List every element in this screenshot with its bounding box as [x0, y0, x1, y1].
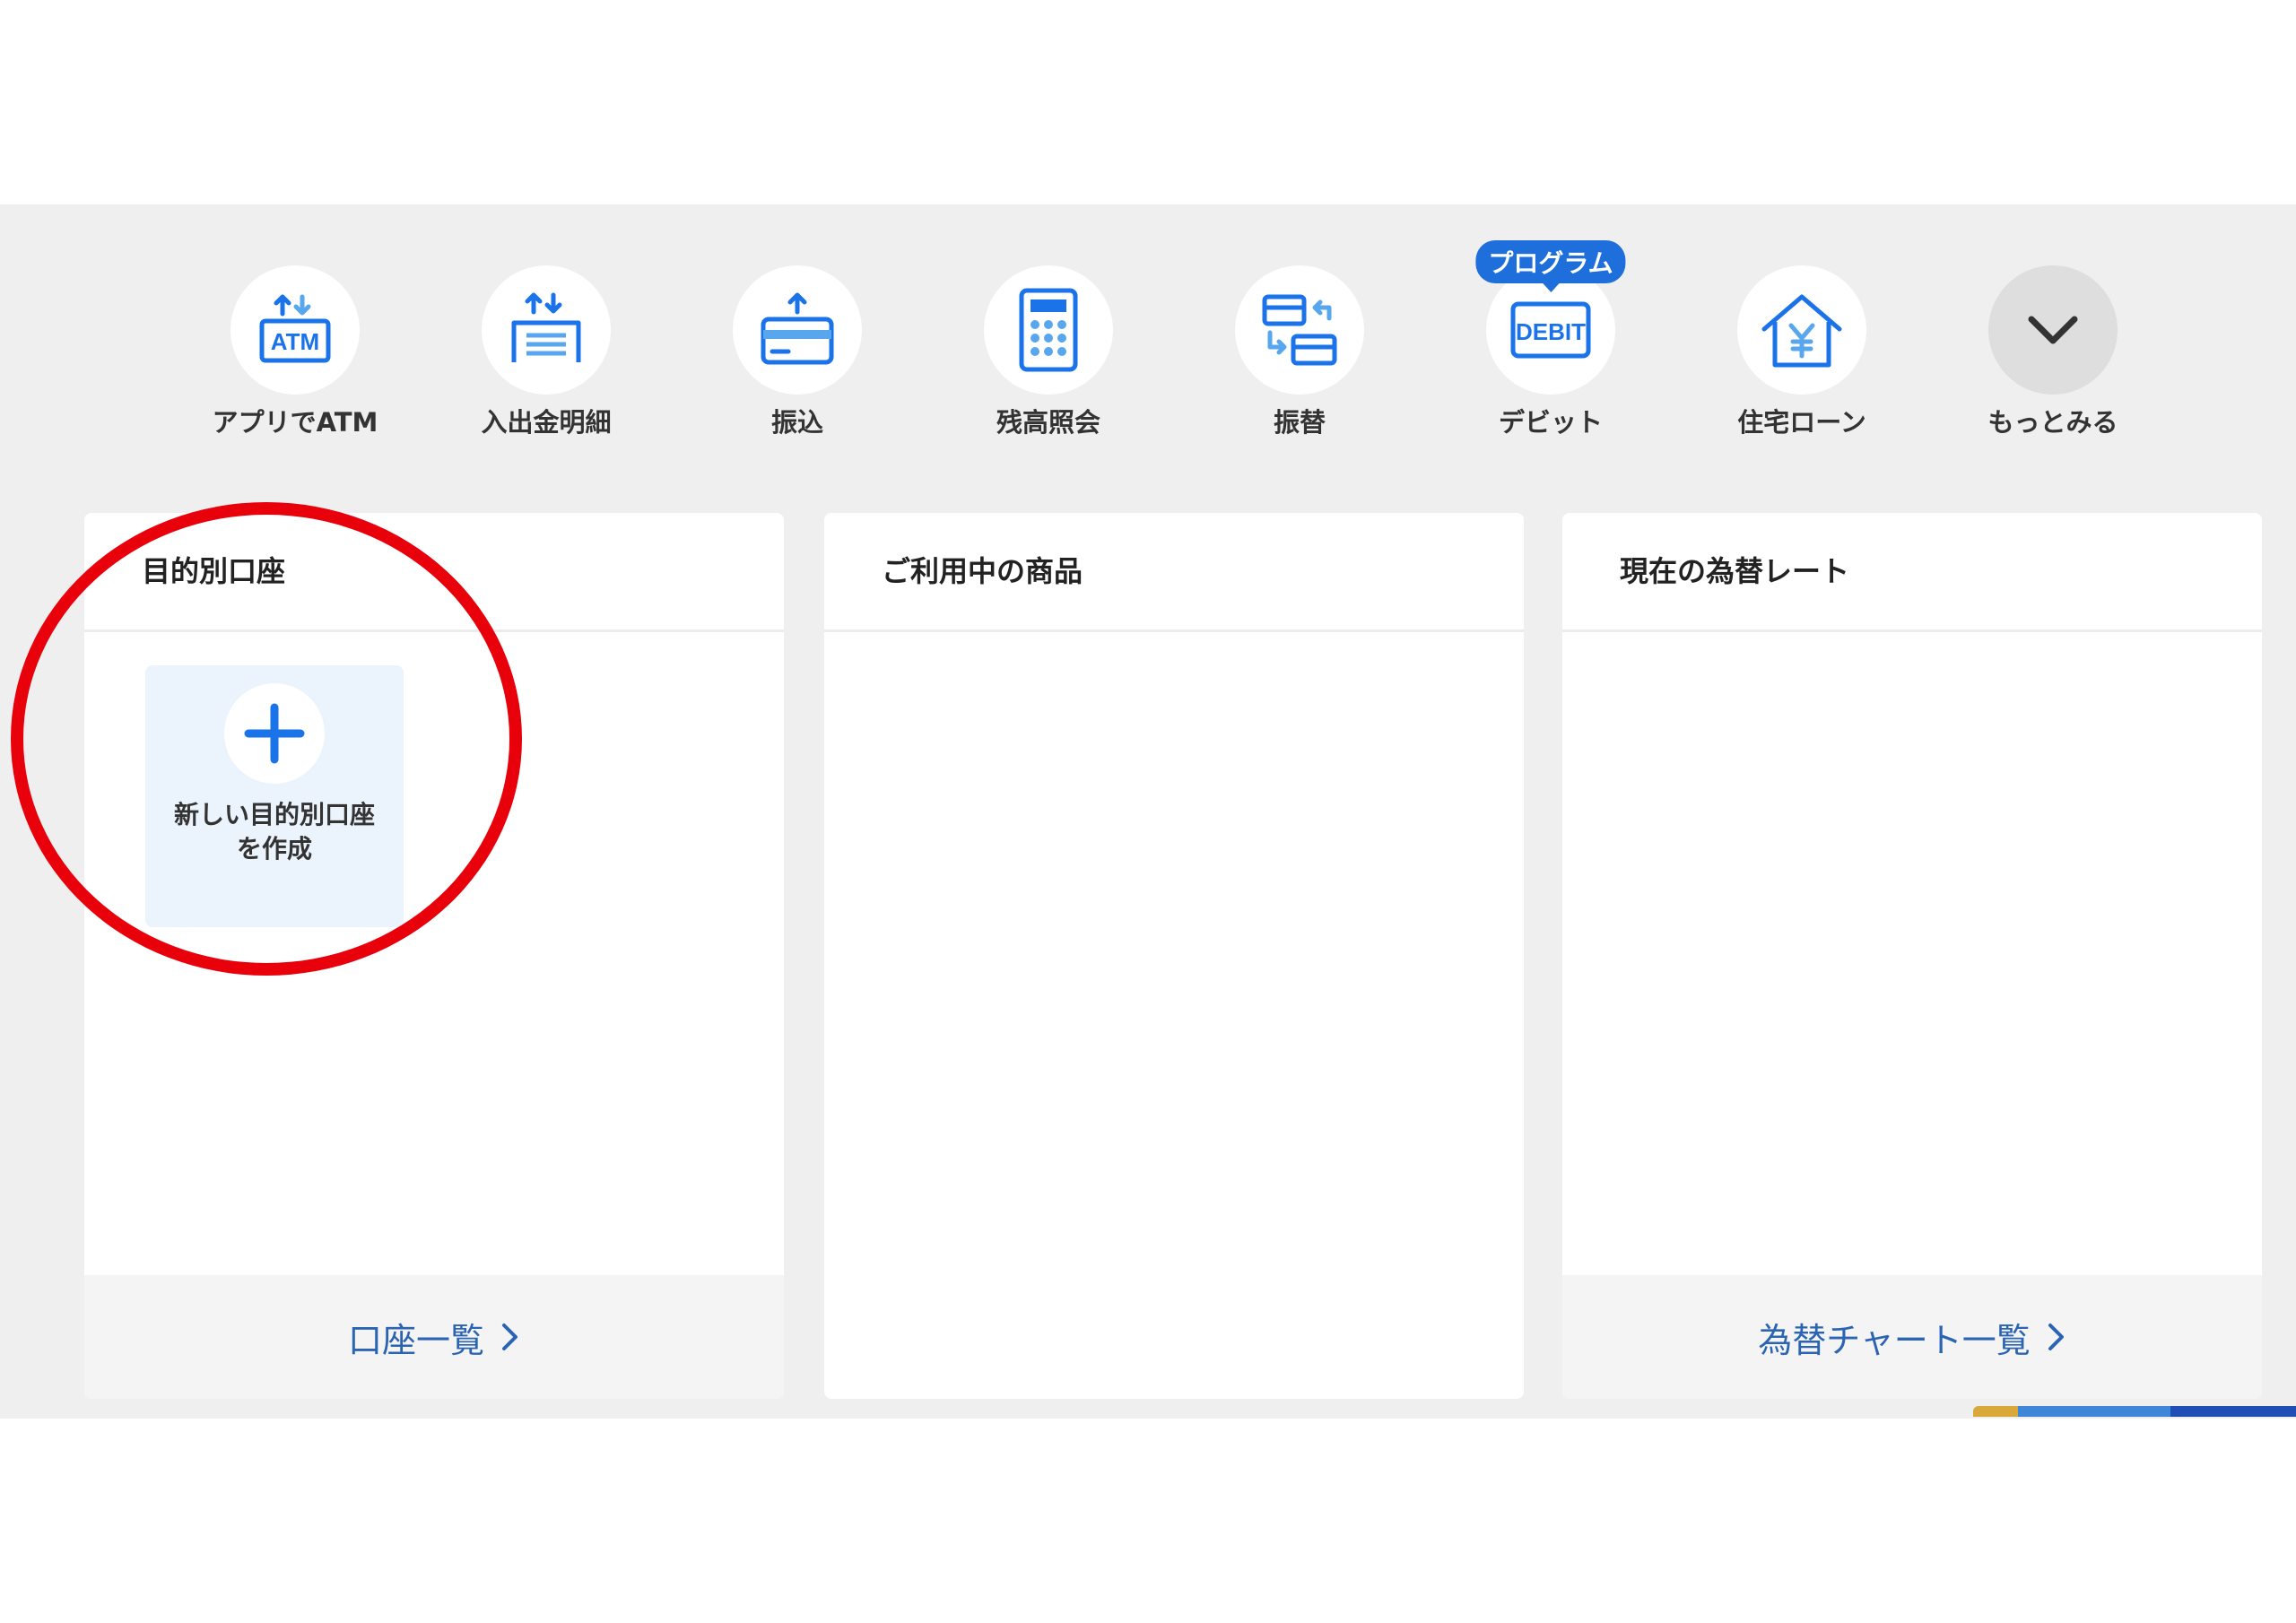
quick-action-label: 残高照会	[996, 407, 1100, 438]
chevron-down-icon	[1988, 265, 2118, 395]
quick-action-statement[interactable]: 入出金明細	[439, 265, 654, 445]
divider	[1562, 629, 2262, 632]
color-strip	[1973, 1406, 2296, 1417]
quick-action-transfer[interactable]: 振込	[690, 265, 905, 445]
create-goal-account-label: 新しい目的別口座を作成	[173, 800, 375, 864]
quick-action-atm[interactable]: ATM アプリでATM	[187, 265, 403, 445]
quick-action-debit[interactable]: プログラム DEBIT デビット	[1443, 240, 1658, 445]
divider	[824, 629, 1524, 632]
statement-icon	[482, 265, 611, 395]
exchange-chart-list-link-label: 為替チャート一覧	[1758, 1320, 2031, 1360]
card-title: 現在の為替レート	[1620, 554, 1850, 588]
divider	[84, 629, 784, 632]
quick-action-account-transfer[interactable]: 振替	[1192, 265, 1407, 445]
transfer-card-icon	[733, 265, 862, 395]
svg-text:DEBIT: DEBIT	[1516, 318, 1586, 345]
quick-action-balance[interactable]: 残高照会	[941, 265, 1156, 445]
plus-icon	[224, 683, 325, 784]
atm-icon: ATM	[230, 265, 360, 395]
card-footer: 口座一覧	[84, 1275, 784, 1399]
account-list-link-label: 口座一覧	[347, 1320, 484, 1360]
exchange-chart-list-link[interactable]: 為替チャート一覧	[1758, 1313, 2066, 1362]
card-footer: 為替チャート一覧	[1562, 1275, 2262, 1399]
house-yen-icon	[1737, 265, 1866, 395]
quick-action-label: 住宅ローン	[1737, 407, 1866, 438]
quick-action-housing-loan[interactable]: 住宅ローン	[1694, 265, 1909, 445]
svg-text:ATM: ATM	[271, 328, 319, 355]
chevron-right-icon	[2048, 1324, 2064, 1350]
calculator-icon	[984, 265, 1113, 395]
account-transfer-icon	[1235, 265, 1364, 395]
create-goal-account-button[interactable]: 新しい目的別口座を作成	[145, 665, 404, 927]
card-title: ご利用中の商品	[882, 554, 1083, 588]
quick-action-label: 振込	[770, 407, 823, 438]
account-list-link[interactable]: 口座一覧	[348, 1313, 520, 1362]
quick-action-more[interactable]: もっとみる	[1945, 265, 2161, 445]
goal-accounts-card: 目的別口座 新しい目的別口座を作成 口座一覧	[84, 513, 784, 1399]
quick-action-label: アプリでATM	[212, 407, 378, 438]
quick-action-label: デビット	[1498, 407, 1603, 438]
quick-action-label: 振替	[1273, 407, 1326, 438]
card-title: 目的別口座	[142, 554, 286, 588]
products-card: ご利用中の商品	[824, 513, 1524, 1399]
program-badge: プログラム	[1475, 240, 1626, 283]
quick-action-label: 入出金明細	[481, 407, 612, 438]
chevron-right-icon	[502, 1324, 517, 1350]
exchange-rates-card: 現在の為替レート 為替チャート一覧	[1562, 513, 2262, 1399]
quick-action-label: もっとみる	[1987, 407, 2118, 438]
